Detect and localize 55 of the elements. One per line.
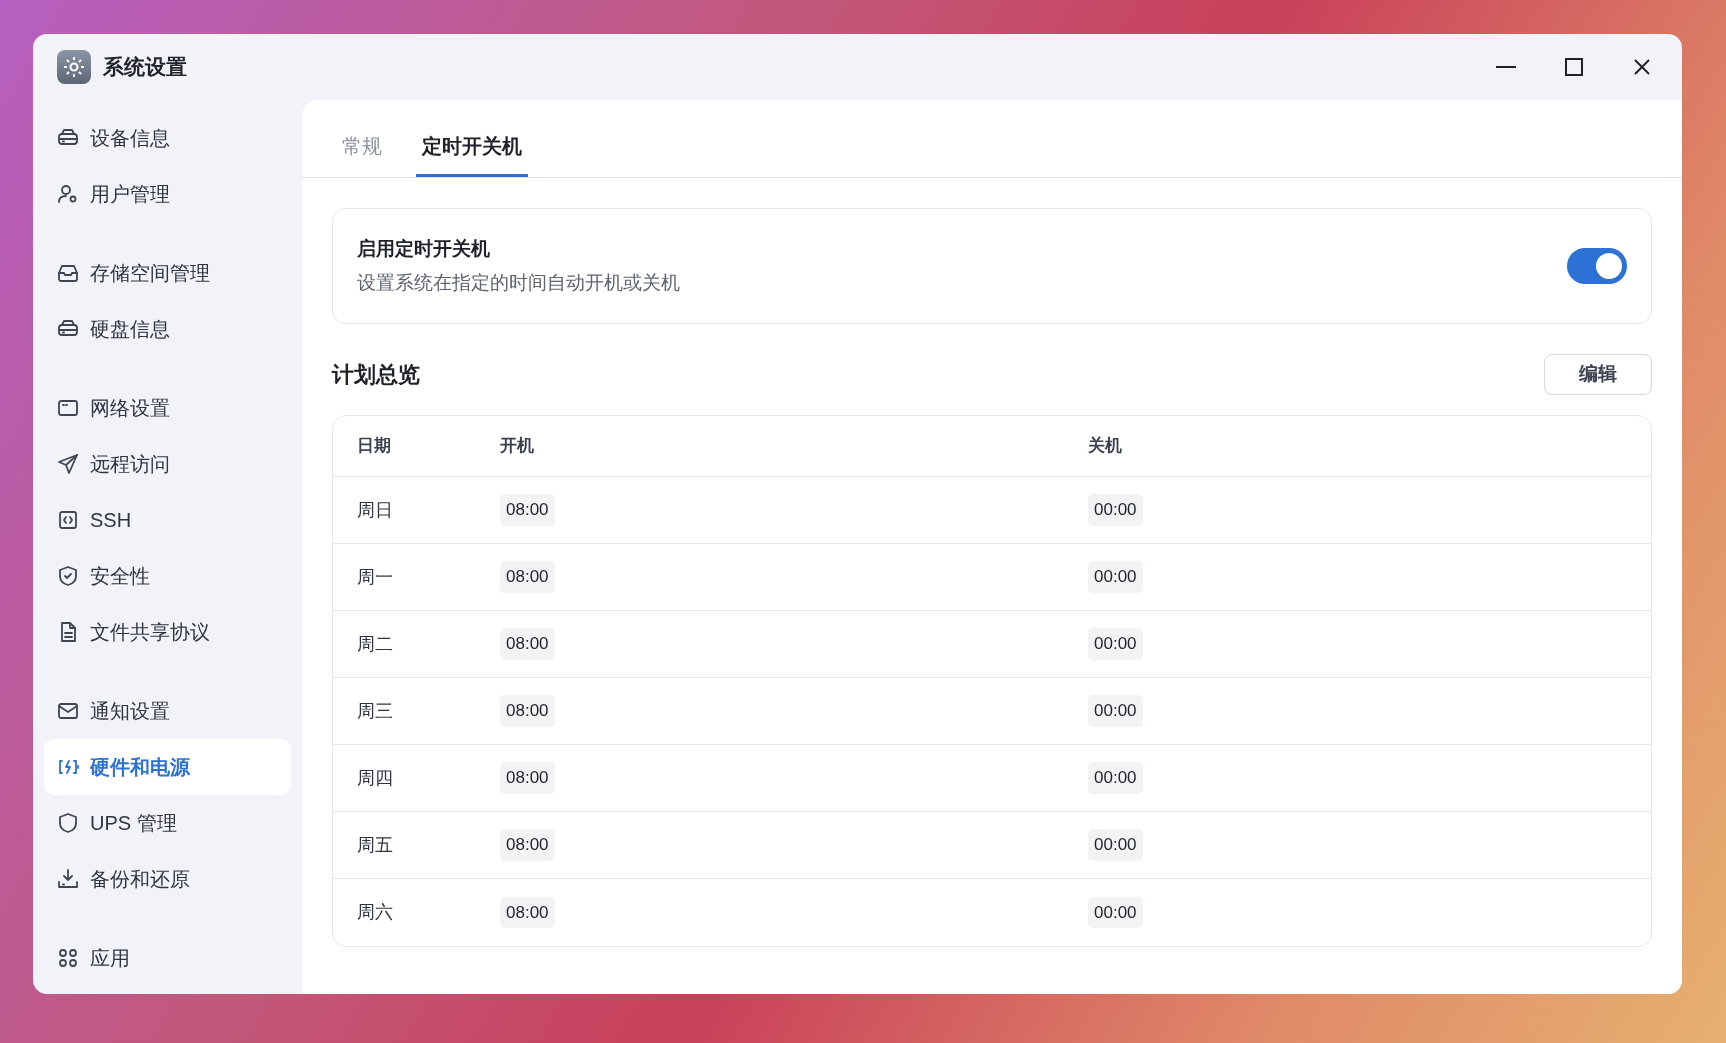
power-off-time: 00:00 <box>1088 762 1143 794</box>
day-cell-text: 周五 <box>357 833 393 857</box>
day-cell-text: 周二 <box>357 632 393 656</box>
download-tray-icon <box>56 867 80 891</box>
sidebar-item[interactable]: UPS 管理 <box>44 795 291 851</box>
sidebar-item[interactable]: 用户管理 <box>44 166 291 222</box>
apps-grid-icon <box>56 946 80 970</box>
sidebar-item[interactable]: 存储空间管理 <box>44 245 291 301</box>
power-off-time: 00:00 <box>1088 829 1143 861</box>
power-off-time: 00:00 <box>1088 896 1143 929</box>
sidebar-item[interactable]: 硬盘信息 <box>44 301 291 357</box>
day-cell-text: 周六 <box>357 901 393 924</box>
power-on-time: 08:00 <box>500 762 555 794</box>
window-title: 系统设置 <box>103 54 187 81</box>
setting-description: 设置系统在指定的时间自动开机或关机 <box>357 271 681 295</box>
power-off-time: 00:00 <box>1088 695 1143 727</box>
send-icon <box>56 452 80 476</box>
day-cell-text: 周三 <box>357 699 393 723</box>
power-on-time: 08:00 <box>500 561 555 593</box>
sidebar-item[interactable]: 硬件和电源 <box>44 739 291 795</box>
power-on-time: 08:00 <box>500 829 555 861</box>
day-cell-text: 周一 <box>357 565 393 589</box>
sidebar-item[interactable]: 远程访问 <box>44 436 291 492</box>
power-off-time: 00:00 <box>1088 561 1143 593</box>
section-title: 计划总览 <box>332 361 421 389</box>
code-icon <box>56 508 80 532</box>
close-icon <box>1633 58 1651 76</box>
power-on-time: 08:00 <box>500 695 555 727</box>
column-header: 关机 <box>1088 435 1122 458</box>
app-gear-icon <box>57 50 91 84</box>
day-cell-text: 周四 <box>357 766 393 790</box>
minimize-icon <box>1495 66 1517 68</box>
toggle-switch[interactable] <box>1567 248 1627 284</box>
sidebar-item[interactable]: 设备信息 <box>44 110 291 166</box>
tab[interactable]: 定时开关机 <box>416 117 528 177</box>
sidebar-item[interactable]: 网络设置 <box>44 380 291 436</box>
sidebar-item[interactable]: SSH <box>44 492 291 548</box>
shield-icon <box>56 811 80 835</box>
sidebar-item[interactable]: 备份和还原 <box>44 851 291 907</box>
column-header: 日期 <box>357 435 391 458</box>
sidebar-item[interactable]: 通知设置 <box>44 683 291 739</box>
day-cell-text: 周日 <box>357 498 393 522</box>
power-off-time: 00:00 <box>1088 494 1143 526</box>
sidebar-item[interactable]: 安全性 <box>44 548 291 604</box>
sidebar-item[interactable]: 文件共享协议 <box>44 604 291 660</box>
setting-title: 启用定时开关机 <box>357 236 491 261</box>
maximize-icon <box>1565 58 1583 76</box>
power-on-time: 08:00 <box>500 628 555 660</box>
power-off-time: 00:00 <box>1088 628 1143 660</box>
power-on-time: 08:00 <box>500 896 555 929</box>
shield-check-icon <box>56 564 80 588</box>
edit-button[interactable]: 编辑 <box>1544 354 1652 395</box>
power-on-time: 08:00 <box>500 494 555 526</box>
column-header: 开机 <box>500 435 534 458</box>
sidebar-item[interactable]: 应用 <box>44 930 291 986</box>
